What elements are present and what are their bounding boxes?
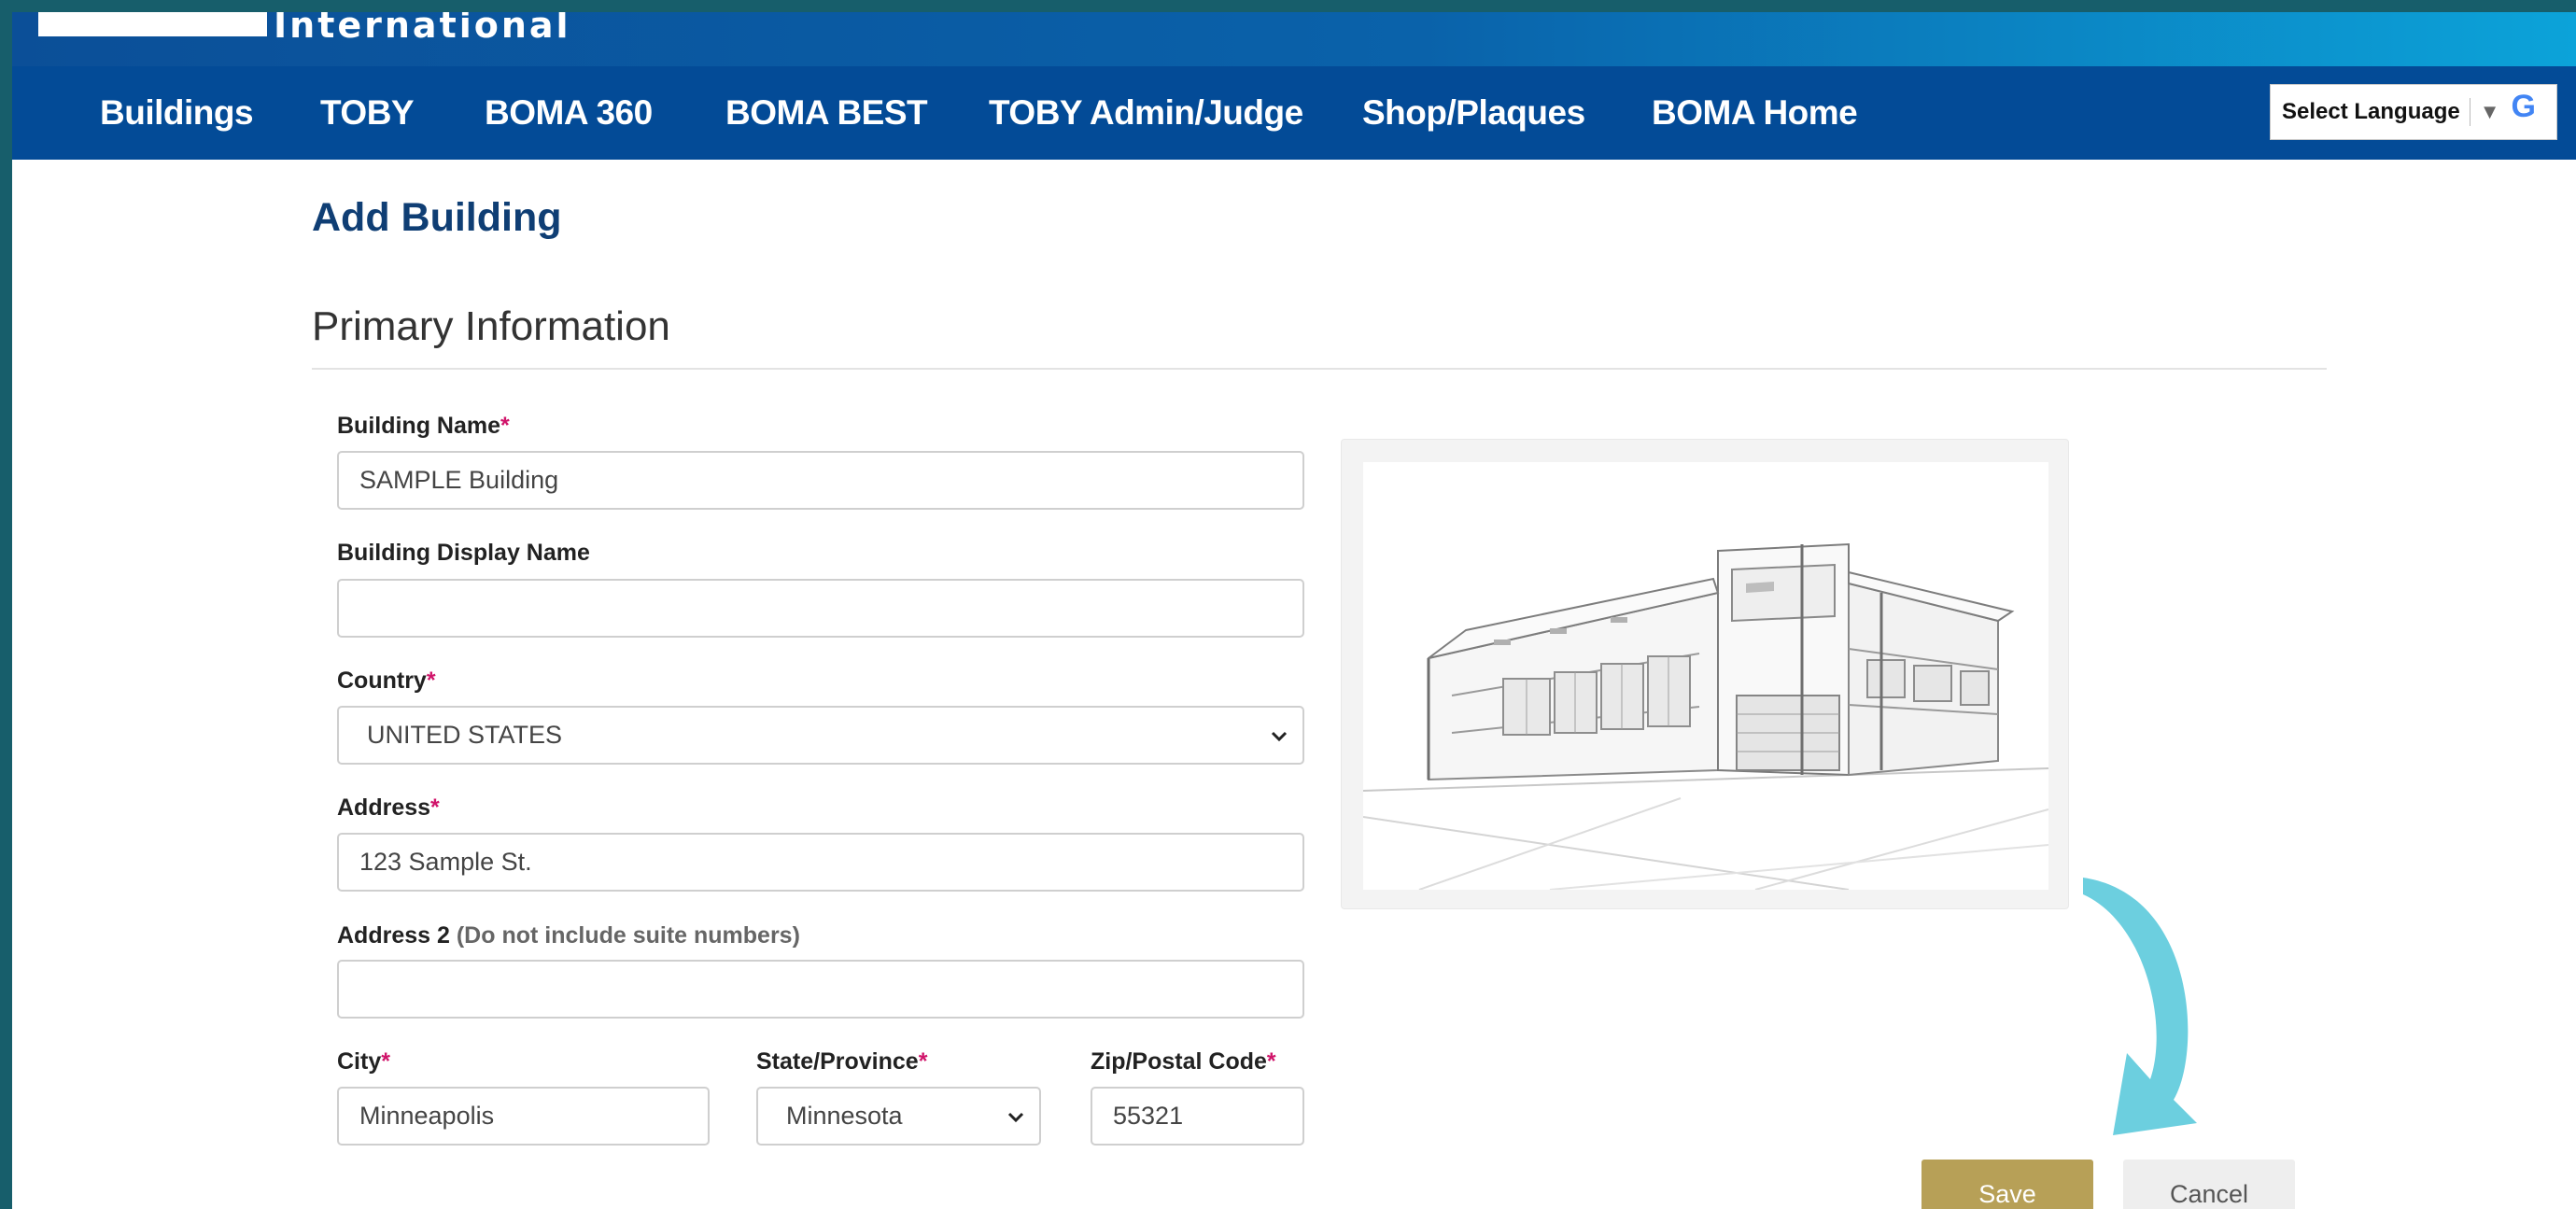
required-mark: * (918, 1048, 928, 1075)
nav-item-boma-360[interactable]: BOMA 360 (485, 66, 653, 160)
nav-item-boma-home[interactable]: BOMA Home (1652, 66, 1858, 160)
address-label: Address* (337, 794, 440, 822)
required-mark: * (426, 668, 436, 694)
city-label-text: City (337, 1048, 382, 1075)
zip-label-text: Zip/Postal Code (1091, 1048, 1267, 1075)
display-name-label: Building Display Name (337, 540, 590, 566)
cancel-button[interactable]: Cancel (2123, 1160, 2295, 1209)
zip-label: Zip/Postal Code* (1091, 1048, 1276, 1075)
building-image-card (1341, 439, 2069, 909)
address2-label: Address 2 (Do not include suite numbers) (337, 922, 800, 949)
building-name-label-text: Building Name (337, 413, 501, 439)
required-mark: * (381, 1048, 390, 1075)
required-mark: * (1266, 1048, 1276, 1075)
header-band: International (12, 12, 2576, 66)
country-select[interactable]: UNITED STATES (337, 706, 1304, 765)
address2-label-text: Address 2 (337, 922, 450, 949)
brand-text: International (274, 12, 571, 46)
language-label: Select Language (2282, 99, 2460, 124)
main-nav: Buildings TOBY BOMA 360 BOMA BEST TOBY A… (12, 66, 2576, 160)
country-label-text: Country (337, 668, 427, 694)
section-title: Primary Information (312, 303, 670, 349)
google-g-icon: G (2511, 88, 2536, 124)
nav-item-toby[interactable]: TOBY (320, 66, 415, 160)
required-mark: * (500, 413, 510, 439)
caret-down-icon: ▼ (2479, 100, 2500, 123)
nav-item-buildings[interactable]: Buildings (100, 66, 254, 160)
building-name-input[interactable]: SAMPLE Building (337, 451, 1304, 510)
state-select-value: Minnesota (786, 1102, 903, 1130)
save-button[interactable]: Save (1921, 1160, 2093, 1209)
nav-item-boma-best[interactable]: BOMA BEST (725, 66, 928, 160)
state-label: State/Province* (756, 1048, 927, 1075)
display-name-input[interactable] (337, 579, 1304, 638)
city-label: City* (337, 1048, 390, 1075)
language-selector[interactable]: Select Language ▼ G (2270, 84, 2557, 140)
building-name-label: Building Name* (337, 413, 510, 440)
state-select[interactable]: Minnesota (756, 1087, 1041, 1146)
nav-item-toby-admin-judge[interactable]: TOBY Admin/Judge (989, 66, 1303, 160)
city-input[interactable]: Minneapolis (337, 1087, 710, 1146)
required-mark: * (430, 794, 440, 821)
address2-hint: (Do not include suite numbers) (456, 922, 800, 949)
country-select-value: UNITED STATES (367, 721, 563, 749)
country-label: Country* (337, 668, 436, 695)
zip-input[interactable]: 55321 (1091, 1087, 1304, 1146)
chevron-down-icon (1007, 1089, 1024, 1144)
address-label-text: Address (337, 794, 431, 821)
chevron-down-icon (1271, 708, 1288, 763)
curved-arrow-icon (2057, 866, 2225, 1151)
address-input[interactable]: 123 Sample St. (337, 833, 1304, 892)
building-image[interactable] (1363, 462, 2048, 890)
browser-page: International Buildings TOBY BOMA 360 BO… (12, 12, 2576, 1209)
nav-item-shop-plaques[interactable]: Shop/Plaques (1362, 66, 1585, 160)
logo[interactable] (38, 12, 267, 36)
address2-input[interactable] (337, 960, 1304, 1019)
state-label-text: State/Province (756, 1048, 919, 1075)
page-title: Add Building (312, 195, 562, 240)
section-divider (312, 368, 2327, 370)
